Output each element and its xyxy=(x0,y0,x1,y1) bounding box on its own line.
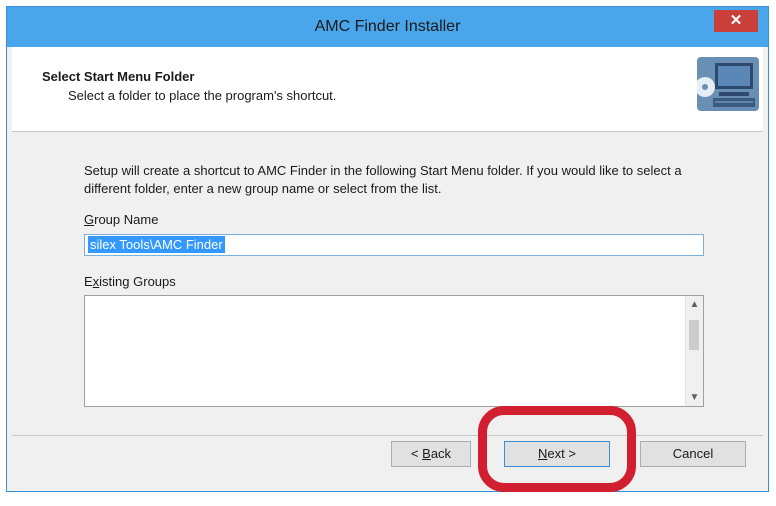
next-highlight-ring xyxy=(478,406,636,492)
cancel-button[interactable]: Cancel xyxy=(640,441,746,467)
close-icon: ✕ xyxy=(729,12,743,29)
back-prefix: < xyxy=(410,446,423,461)
installer-window: AMC Finder Installer ✕ Select Start Menu… xyxy=(6,6,769,492)
group-name-input[interactable]: silex Tools\AMC Finder xyxy=(84,234,704,256)
title-bar[interactable]: AMC Finder Installer ✕ xyxy=(7,7,768,47)
intro-text: Setup will create a shortcut to AMC Find… xyxy=(84,163,682,196)
footer-divider xyxy=(12,435,763,437)
back-label-rest: ack xyxy=(430,446,452,461)
existing-groups-label-rest: isting Groups xyxy=(99,274,176,289)
group-name-label: Group Name xyxy=(84,212,158,227)
scroll-up-icon[interactable]: ▲ xyxy=(686,296,703,313)
group-name-accel: G xyxy=(84,212,95,227)
list-scrollbar[interactable]: ▲ ▼ xyxy=(685,296,703,406)
existing-groups-list[interactable]: ▲ ▼ xyxy=(84,295,704,407)
scroll-down-icon[interactable]: ▼ xyxy=(686,389,703,406)
computer-icon xyxy=(697,57,759,111)
wizard-body: Setup will create a shortcut to AMC Find… xyxy=(12,132,763,417)
existing-groups-label: Existing Groups xyxy=(84,274,176,289)
back-accel: B xyxy=(422,446,431,461)
group-name-label-rest: roup Name xyxy=(94,212,159,227)
wizard-header: Select Start Menu Folder Select a folder… xyxy=(12,47,763,132)
scroll-thumb[interactable] xyxy=(689,320,699,350)
existing-groups-prefix: E xyxy=(84,274,93,289)
close-button[interactable]: ✕ xyxy=(714,10,758,32)
back-button[interactable]: < Back xyxy=(391,441,471,467)
window-title: AMC Finder Installer xyxy=(314,18,461,35)
page-subtitle: Select a folder to place the program's s… xyxy=(68,88,337,103)
page-title: Select Start Menu Folder xyxy=(42,69,195,84)
group-name-value: silex Tools\AMC Finder xyxy=(88,236,225,253)
